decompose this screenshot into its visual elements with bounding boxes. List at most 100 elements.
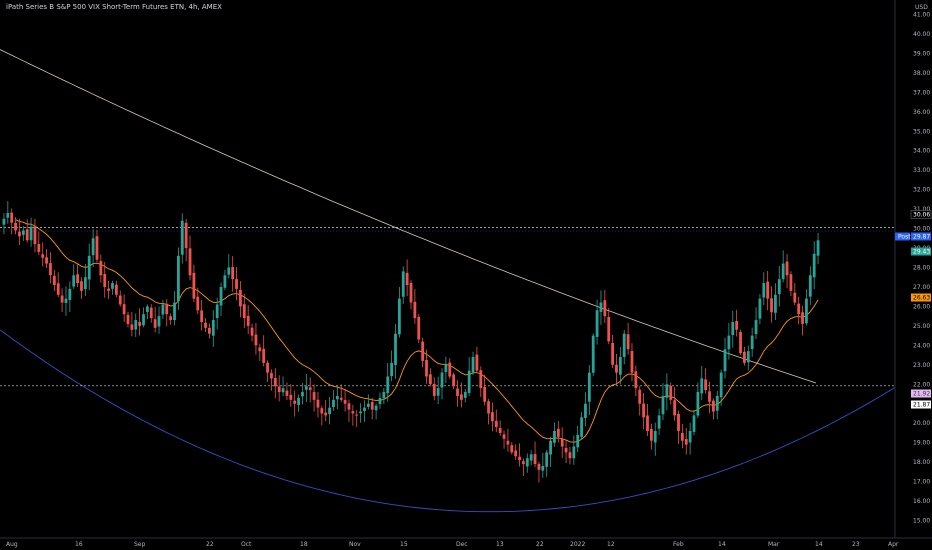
- candle: [506, 428, 510, 452]
- candle: [731, 310, 735, 348]
- candle: [428, 368, 432, 387]
- x-tick-label: 14: [815, 541, 823, 548]
- candle: [72, 264, 76, 289]
- candle: [180, 213, 184, 264]
- x-tick-label: Mar: [768, 541, 780, 548]
- y-tick-label: 23.00: [913, 362, 930, 369]
- y-tick-label: 20.00: [913, 420, 930, 427]
- x-tick-label: Aug: [6, 541, 18, 548]
- candle: [382, 388, 386, 405]
- candle: [111, 280, 114, 295]
- y-tick-label: 32.00: [913, 187, 930, 194]
- price-chart[interactable]: 15.0016.0017.0018.0019.0020.0021.0022.00…: [0, 0, 932, 550]
- candle: [537, 461, 541, 483]
- candle: [68, 281, 72, 312]
- candle: [378, 392, 382, 409]
- price-tag: Post 29.87: [895, 232, 931, 241]
- candle: [107, 280, 111, 299]
- candle: [14, 217, 17, 235]
- y-tick-label: 16.00: [913, 498, 930, 505]
- candle: [200, 300, 204, 331]
- candle: [715, 391, 719, 420]
- candle: [29, 217, 33, 247]
- candle: [235, 266, 238, 301]
- candle: [339, 384, 343, 402]
- x-tick-label: Nov: [349, 541, 361, 548]
- candle: [37, 231, 41, 256]
- candle: [173, 291, 176, 326]
- x-tick-label: 2022: [570, 541, 585, 548]
- y-tick-label: 28.00: [913, 265, 930, 272]
- candle: [525, 453, 529, 473]
- y-tick-label: 25.00: [913, 323, 930, 330]
- y-tick-label: 30.00: [913, 226, 930, 233]
- candle: [750, 327, 754, 357]
- candle: [273, 368, 277, 399]
- candle: [308, 377, 312, 403]
- candle: [335, 387, 339, 410]
- y-tick-label: 35.00: [913, 128, 930, 135]
- candle: [785, 254, 789, 289]
- candle: [250, 323, 254, 342]
- candle: [390, 350, 394, 382]
- candle: [491, 402, 494, 432]
- x-tick-label: 23: [852, 541, 860, 548]
- candle: [723, 337, 727, 379]
- candle: [522, 458, 525, 477]
- candle: [134, 313, 138, 337]
- candle: [409, 280, 413, 310]
- candle: [41, 242, 45, 267]
- candle: [254, 323, 258, 355]
- candle: [615, 353, 618, 386]
- candle: [56, 272, 60, 298]
- candle: [688, 422, 692, 455]
- candle: [626, 322, 630, 355]
- x-tick-label: 15: [400, 541, 408, 548]
- candle: [649, 423, 653, 450]
- candle: [374, 403, 378, 420]
- candle: [545, 449, 549, 477]
- candle: [498, 420, 502, 436]
- price-tag: 29.43: [911, 247, 931, 256]
- y-tick-label: 38.00: [913, 70, 930, 77]
- x-tick-label: Oct: [241, 541, 252, 548]
- candle: [328, 397, 331, 425]
- candle: [564, 440, 568, 464]
- candle: [401, 266, 405, 304]
- candle: [711, 398, 715, 420]
- candle: [304, 373, 308, 403]
- candle: [549, 436, 552, 467]
- candle: [487, 398, 490, 425]
- x-tick-label: 16: [75, 541, 83, 548]
- x-tick-label: 12: [607, 541, 615, 548]
- candle: [684, 428, 688, 455]
- y-tick-label: 17.00: [913, 479, 930, 486]
- candle: [479, 366, 483, 397]
- candle: [223, 269, 227, 291]
- price-tag: 26.63: [911, 293, 931, 302]
- y-tick-label: 34.00: [913, 148, 930, 155]
- price-axis: 15.0016.0017.0018.0019.0020.0021.0022.00…: [913, 12, 930, 525]
- svg-text:26.63: 26.63: [913, 295, 930, 302]
- candle: [638, 386, 642, 416]
- candle: [332, 390, 335, 411]
- candle: [471, 351, 475, 376]
- candle: [316, 391, 320, 418]
- candle: [142, 307, 145, 328]
- y-tick-label: 39.00: [913, 50, 930, 57]
- candle: [246, 305, 250, 335]
- svg-text:21.87: 21.87: [913, 402, 930, 409]
- candle: [149, 304, 153, 323]
- y-tick-label: 36.00: [913, 109, 930, 116]
- svg-text:21.92: 21.92: [913, 391, 930, 398]
- candle: [114, 280, 118, 298]
- candle: [514, 444, 518, 460]
- candle: [188, 235, 192, 281]
- candle: [157, 306, 161, 334]
- candle: [262, 335, 266, 367]
- candle: [448, 358, 452, 379]
- candle: [494, 409, 498, 433]
- candle: [293, 390, 297, 417]
- candle: [580, 411, 583, 440]
- candle: [359, 403, 362, 423]
